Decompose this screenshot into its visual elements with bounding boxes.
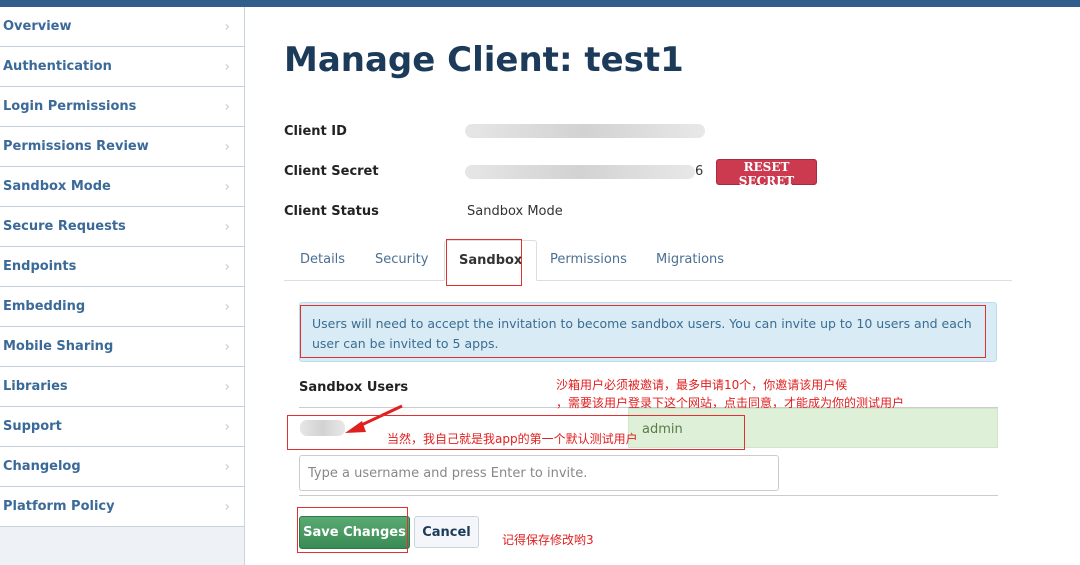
annotation-note: 记得保存修改哟3 [502,533,594,547]
tab-permissions[interactable]: Permissions [550,240,627,281]
client-id-redacted [465,124,705,138]
sidebar-item-label: Sandbox Mode [3,179,111,194]
cancel-button[interactable]: Cancel [414,516,479,548]
tab-details[interactable]: Details [300,240,345,281]
sidebar-item-login-permissions[interactable]: Login Permissions › [0,87,244,127]
tab-bar: Details Security Sandbox Permissions Mig… [284,240,1012,281]
sidebar-item-label: Endpoints [3,259,77,274]
annotation-note: 沙箱用户必须被邀请，最多申请10个，你邀请该用户候 [556,378,848,392]
chevron-right-icon: › [224,258,230,275]
reset-secret-button[interactable]: RESET SECRET [716,159,817,188]
client-status-label: Client Status [284,204,379,219]
chevron-right-icon: › [224,98,230,115]
sidebar-item-label: Support [3,419,62,434]
divider [299,495,998,496]
page-title: Manage Client: test1 [284,40,684,80]
chevron-right-icon: › [224,498,230,515]
client-status-value: Sandbox Mode [467,204,563,219]
sidebar-item-permissions-review[interactable]: Permissions Review › [0,127,244,167]
chevron-right-icon: › [224,58,230,75]
chevron-right-icon: › [224,338,230,355]
chevron-right-icon: › [224,138,230,155]
sidebar-item-label: Embedding [3,299,86,314]
sidebar-item-mobile-sharing[interactable]: Mobile Sharing › [0,327,244,367]
client-secret-tail: 6 [695,164,704,179]
sidebar-item-label: Secure Requests [3,219,126,234]
top-navbar [0,0,1080,7]
sidebar-item-platform-policy[interactable]: Platform Policy › [0,487,244,527]
sidebar-item-label: Login Permissions [3,99,137,114]
sidebar-item-label: Permissions Review [3,139,149,154]
sidebar-item-changelog[interactable]: Changelog › [0,447,244,487]
client-secret-redacted [465,165,695,179]
sidebar-item-support[interactable]: Support › [0,407,244,447]
sidebar-item-secure-requests[interactable]: Secure Requests › [0,207,244,247]
chevron-right-icon: › [224,218,230,235]
sidebar-item-authentication[interactable]: Authentication › [0,47,244,87]
client-id-label: Client ID [284,124,347,139]
sidebar-item-label: Libraries [3,379,68,394]
chevron-right-icon: › [224,458,230,475]
chevron-right-icon: › [224,378,230,395]
annotation-box [287,415,745,450]
annotation-box [300,305,986,358]
chevron-right-icon: › [224,298,230,315]
sidebar-item-label: Mobile Sharing [3,339,114,354]
chevron-right-icon: › [224,418,230,435]
sidebar-item-embedding[interactable]: Embedding › [0,287,244,327]
tab-migrations[interactable]: Migrations [656,240,724,281]
chevron-right-icon: › [224,178,230,195]
sidebar-item-endpoints[interactable]: Endpoints › [0,247,244,287]
sidebar-item-overview[interactable]: Overview › [0,7,244,47]
sidebar-item-label: Platform Policy [3,499,115,514]
sidebar: Overview › Authentication › Login Permissi… [0,7,245,565]
client-secret-label: Client Secret [284,164,379,179]
sidebar-item-label: Changelog [3,459,81,474]
sidebar-item-libraries[interactable]: Libraries › [0,367,244,407]
sidebar-item-label: Authentication [3,59,112,74]
annotation-box [446,239,522,286]
annotation-box [297,507,408,553]
sidebar-item-label: Overview [3,19,72,34]
sandbox-users-label: Sandbox Users [299,380,409,395]
chevron-right-icon: › [224,18,230,35]
tab-security[interactable]: Security [375,240,428,281]
invite-username-input[interactable] [299,455,779,491]
sidebar-item-sandbox-mode[interactable]: Sandbox Mode › [0,167,244,207]
